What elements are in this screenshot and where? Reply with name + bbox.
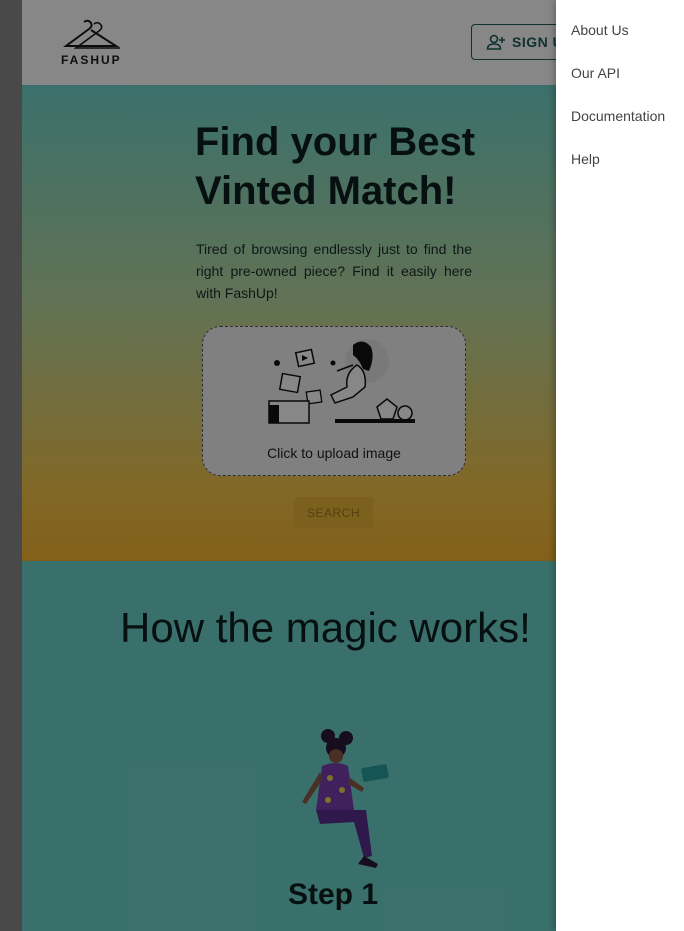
menu-item-documentation[interactable]: Documentation <box>571 108 665 124</box>
menu-item-help[interactable]: Help <box>571 151 600 167</box>
side-drawer-menu: About Us Our API Documentation Help <box>556 0 684 931</box>
menu-item-our-api[interactable]: Our API <box>571 65 620 81</box>
menu-item-about-us[interactable]: About Us <box>571 22 629 38</box>
